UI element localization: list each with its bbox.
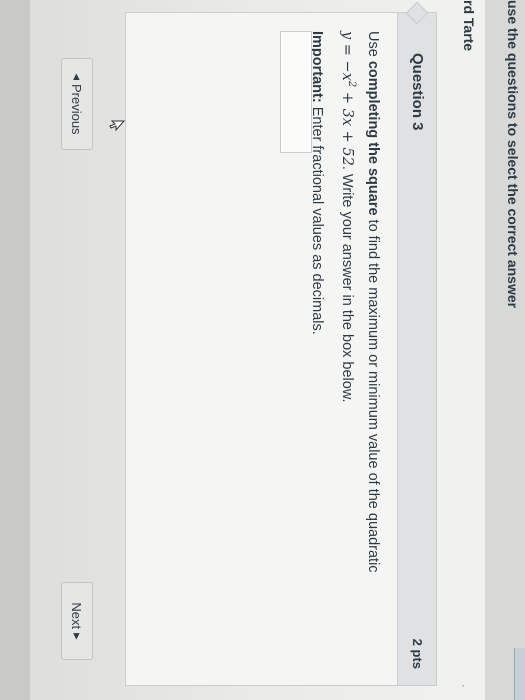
question-line-1: Use completing the square to find the ma… [362,31,384,671]
bottom-band [0,0,30,700]
next-arrow-icon: ▸ [70,633,85,640]
question-points: 2 pts [410,638,425,669]
question-body: Use completing the square to find the ma… [306,31,384,671]
side-mark: · [457,684,469,688]
question-line-2: y = −x2 + 3x + 52. Write your answer in … [336,31,362,671]
screen: use the questions to select the correct … [0,0,525,700]
equation-part-a: y = −x [339,31,356,81]
next-button[interactable]: Next ▸ [61,582,93,660]
question-title: Question 3 [409,53,426,131]
question-card: Question 3 2 pts Use completing the squa… [125,1,437,686]
next-label: Next [69,602,85,630]
student-name: rd Tarte [461,0,477,52]
browser-tab-fragment [514,648,525,700]
answer-input[interactable] [280,31,312,153]
question-line-2-suffix: . Write your answer in the box below. [339,165,356,403]
question-text-bold: completing the square [365,60,381,216]
question-header: Question 3 2 pts [397,1,436,685]
mouse-cursor-icon [109,120,125,132]
previous-arrow-icon: ◂ [70,73,85,80]
previous-label: Previous [69,83,85,135]
question-text-prefix: Use [365,31,381,61]
equation-part-b: + 3x + 52 [339,87,356,166]
quiz-instructions: use the questions to select the correct … [505,0,521,309]
question-pointer-icon [405,1,429,25]
question-text-suffix: to find the maximum or minimum value of … [365,215,381,573]
previous-button[interactable]: ◂ Previous [61,58,93,150]
